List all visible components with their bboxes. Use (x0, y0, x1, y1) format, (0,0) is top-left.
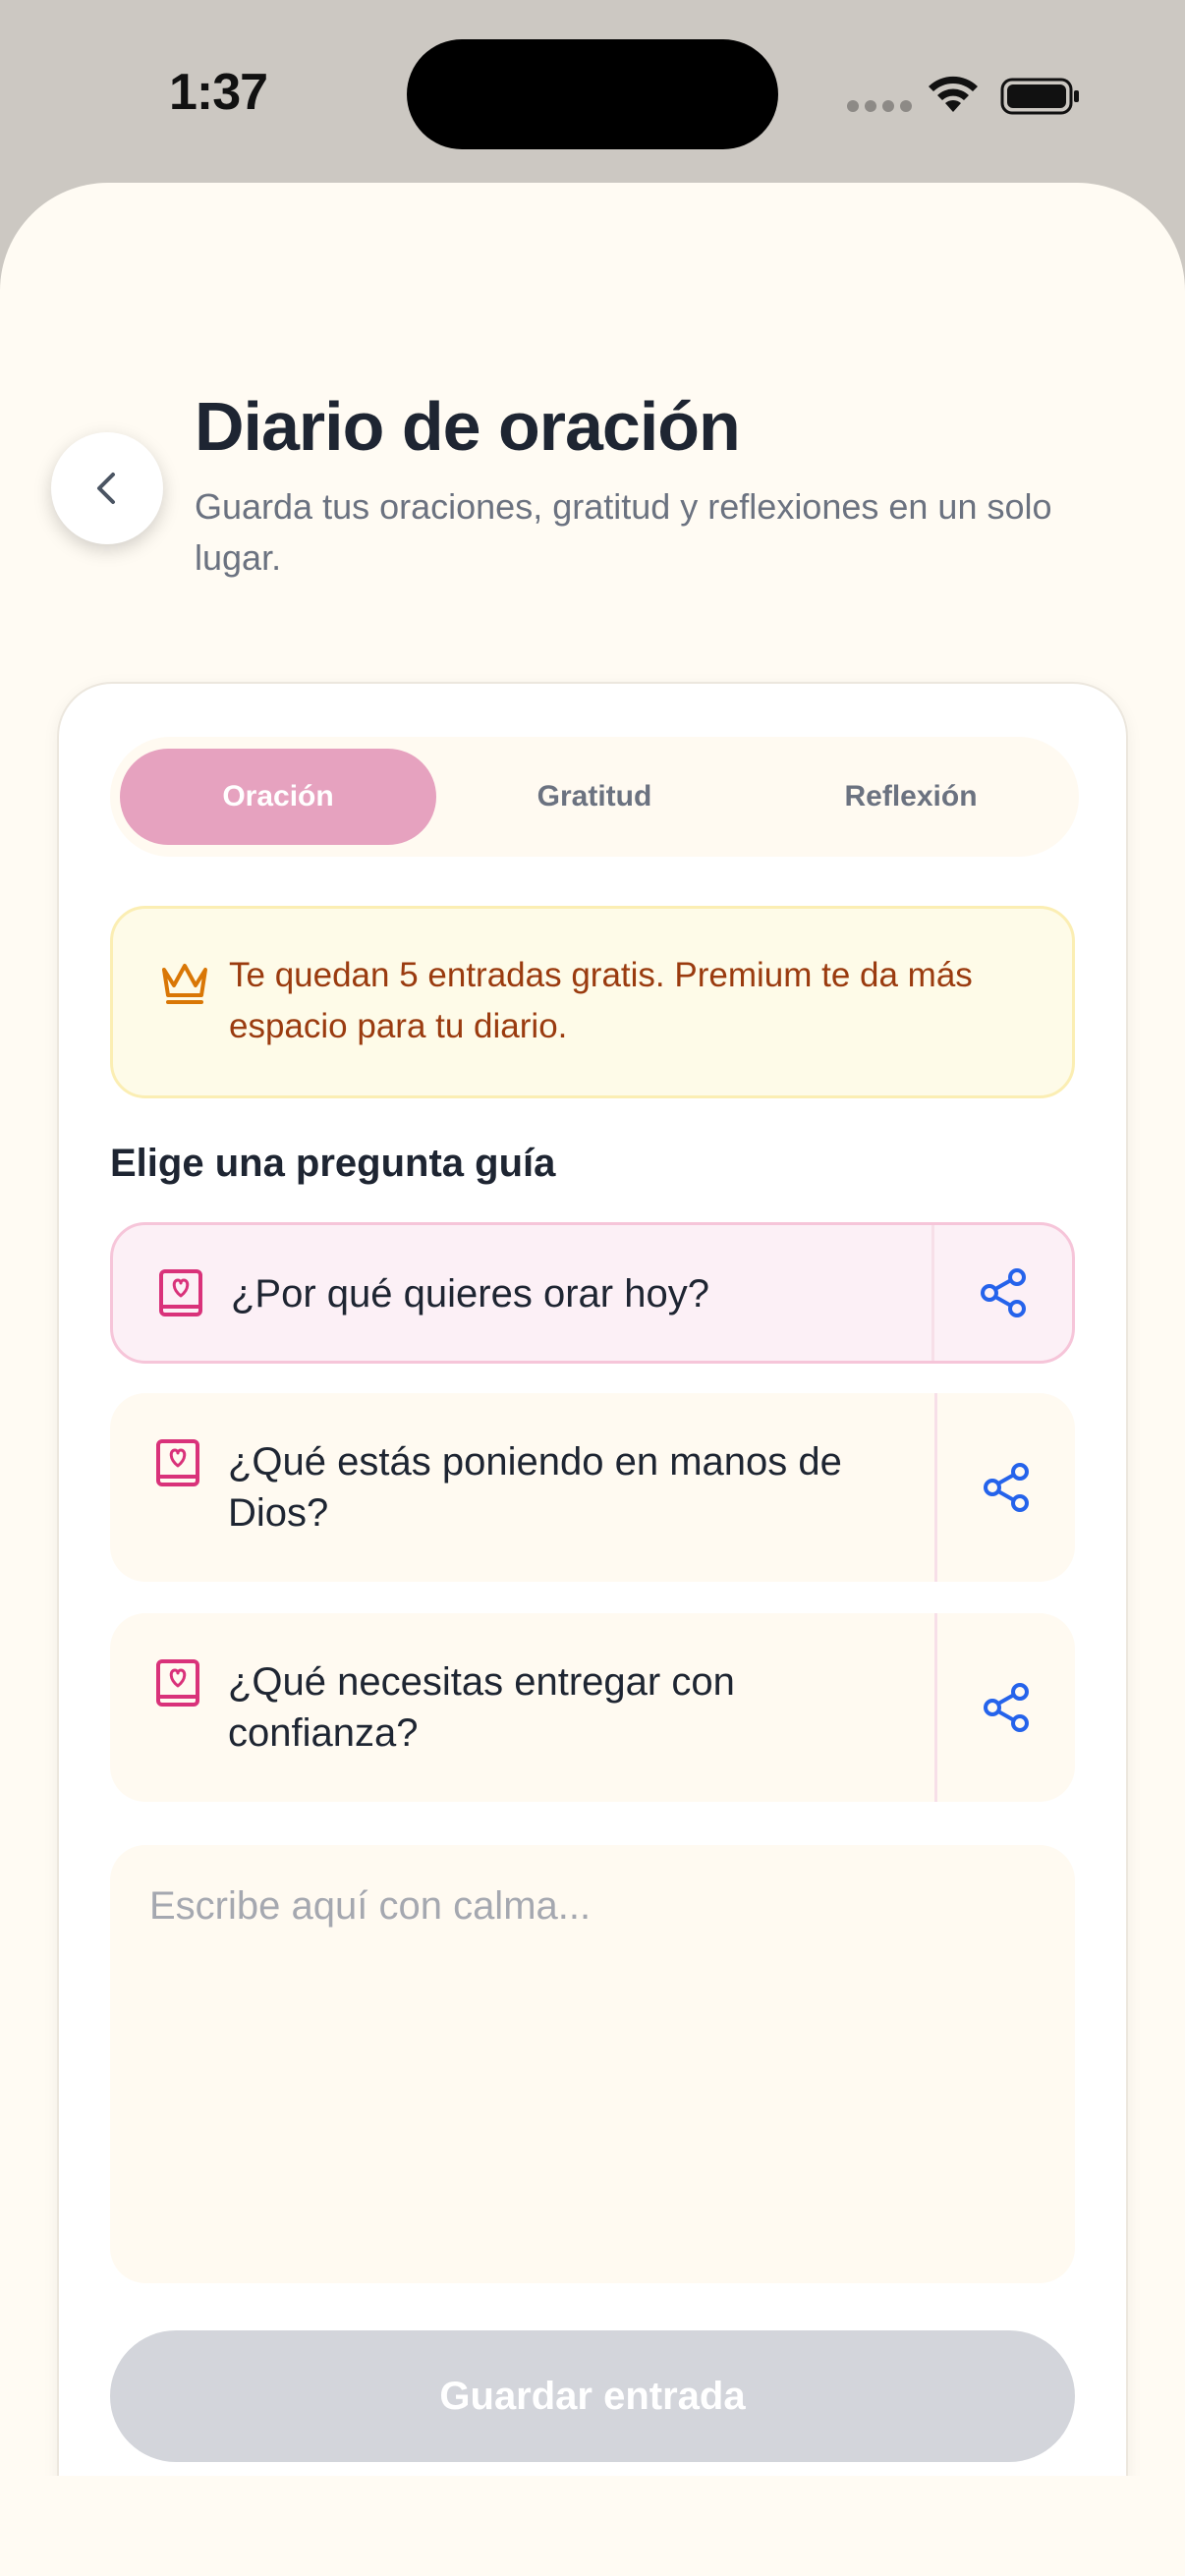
tab-oracion[interactable]: Oración (120, 749, 436, 845)
journal-card: Oración Gratitud Reflexión Te quedan 5 e… (57, 682, 1128, 2576)
share-button[interactable] (934, 1225, 1072, 1361)
premium-notice-text: Te quedan 5 entradas gratis. Premium te … (229, 956, 973, 1045)
battery-icon (1000, 78, 1079, 115)
premium-notice: Te quedan 5 entradas gratis. Premium te … (110, 906, 1075, 1098)
chevron-left-icon (97, 473, 115, 504)
prompt-text: ¿Qué necesitas entregar con confianza? (228, 1660, 735, 1755)
prompt-text: ¿Por qué quieres orar hoy? (231, 1272, 709, 1316)
dynamic-island (407, 39, 778, 149)
book-heart-icon (156, 1439, 199, 1486)
tab-reflexion[interactable]: Reflexión (753, 749, 1069, 845)
page-title: Diario de oración (195, 388, 741, 465)
share-button[interactable] (937, 1613, 1075, 1802)
bottom-area (0, 2476, 1185, 2576)
share-button[interactable] (937, 1393, 1075, 1582)
status-time: 1:37 (169, 64, 268, 121)
prompt-item-1[interactable]: ¿Por qué quieres orar hoy? (110, 1222, 1075, 1364)
back-button[interactable] (51, 432, 163, 544)
entry-type-tabs: Oración Gratitud Reflexión (110, 737, 1079, 857)
journal-entry-input[interactable] (110, 1845, 1075, 2283)
book-heart-icon (159, 1269, 202, 1316)
crown-icon (162, 964, 207, 1004)
prompt-item-3[interactable]: ¿Qué necesitas entregar con confianza? (110, 1613, 1075, 1802)
status-bar: 1:37 (0, 0, 1185, 187)
book-heart-icon (156, 1659, 199, 1707)
cellular-signal-icon (847, 100, 912, 112)
share-icon (984, 1463, 1029, 1512)
prompt-item-2[interactable]: ¿Qué estás poniendo en manos de Dios? (110, 1393, 1075, 1582)
wifi-icon (929, 76, 978, 112)
share-icon (981, 1268, 1026, 1317)
save-entry-button[interactable]: Guardar entrada (110, 2330, 1075, 2462)
prompt-text: ¿Qué estás poniendo en manos de Dios? (228, 1440, 842, 1535)
prompts-heading: Elige una pregunta guía (110, 1142, 556, 1185)
tab-gratitud[interactable]: Gratitud (436, 749, 753, 845)
page-subtitle: Guarda tus oraciones, gratitud y reflexi… (195, 486, 1052, 578)
share-icon (984, 1683, 1029, 1732)
